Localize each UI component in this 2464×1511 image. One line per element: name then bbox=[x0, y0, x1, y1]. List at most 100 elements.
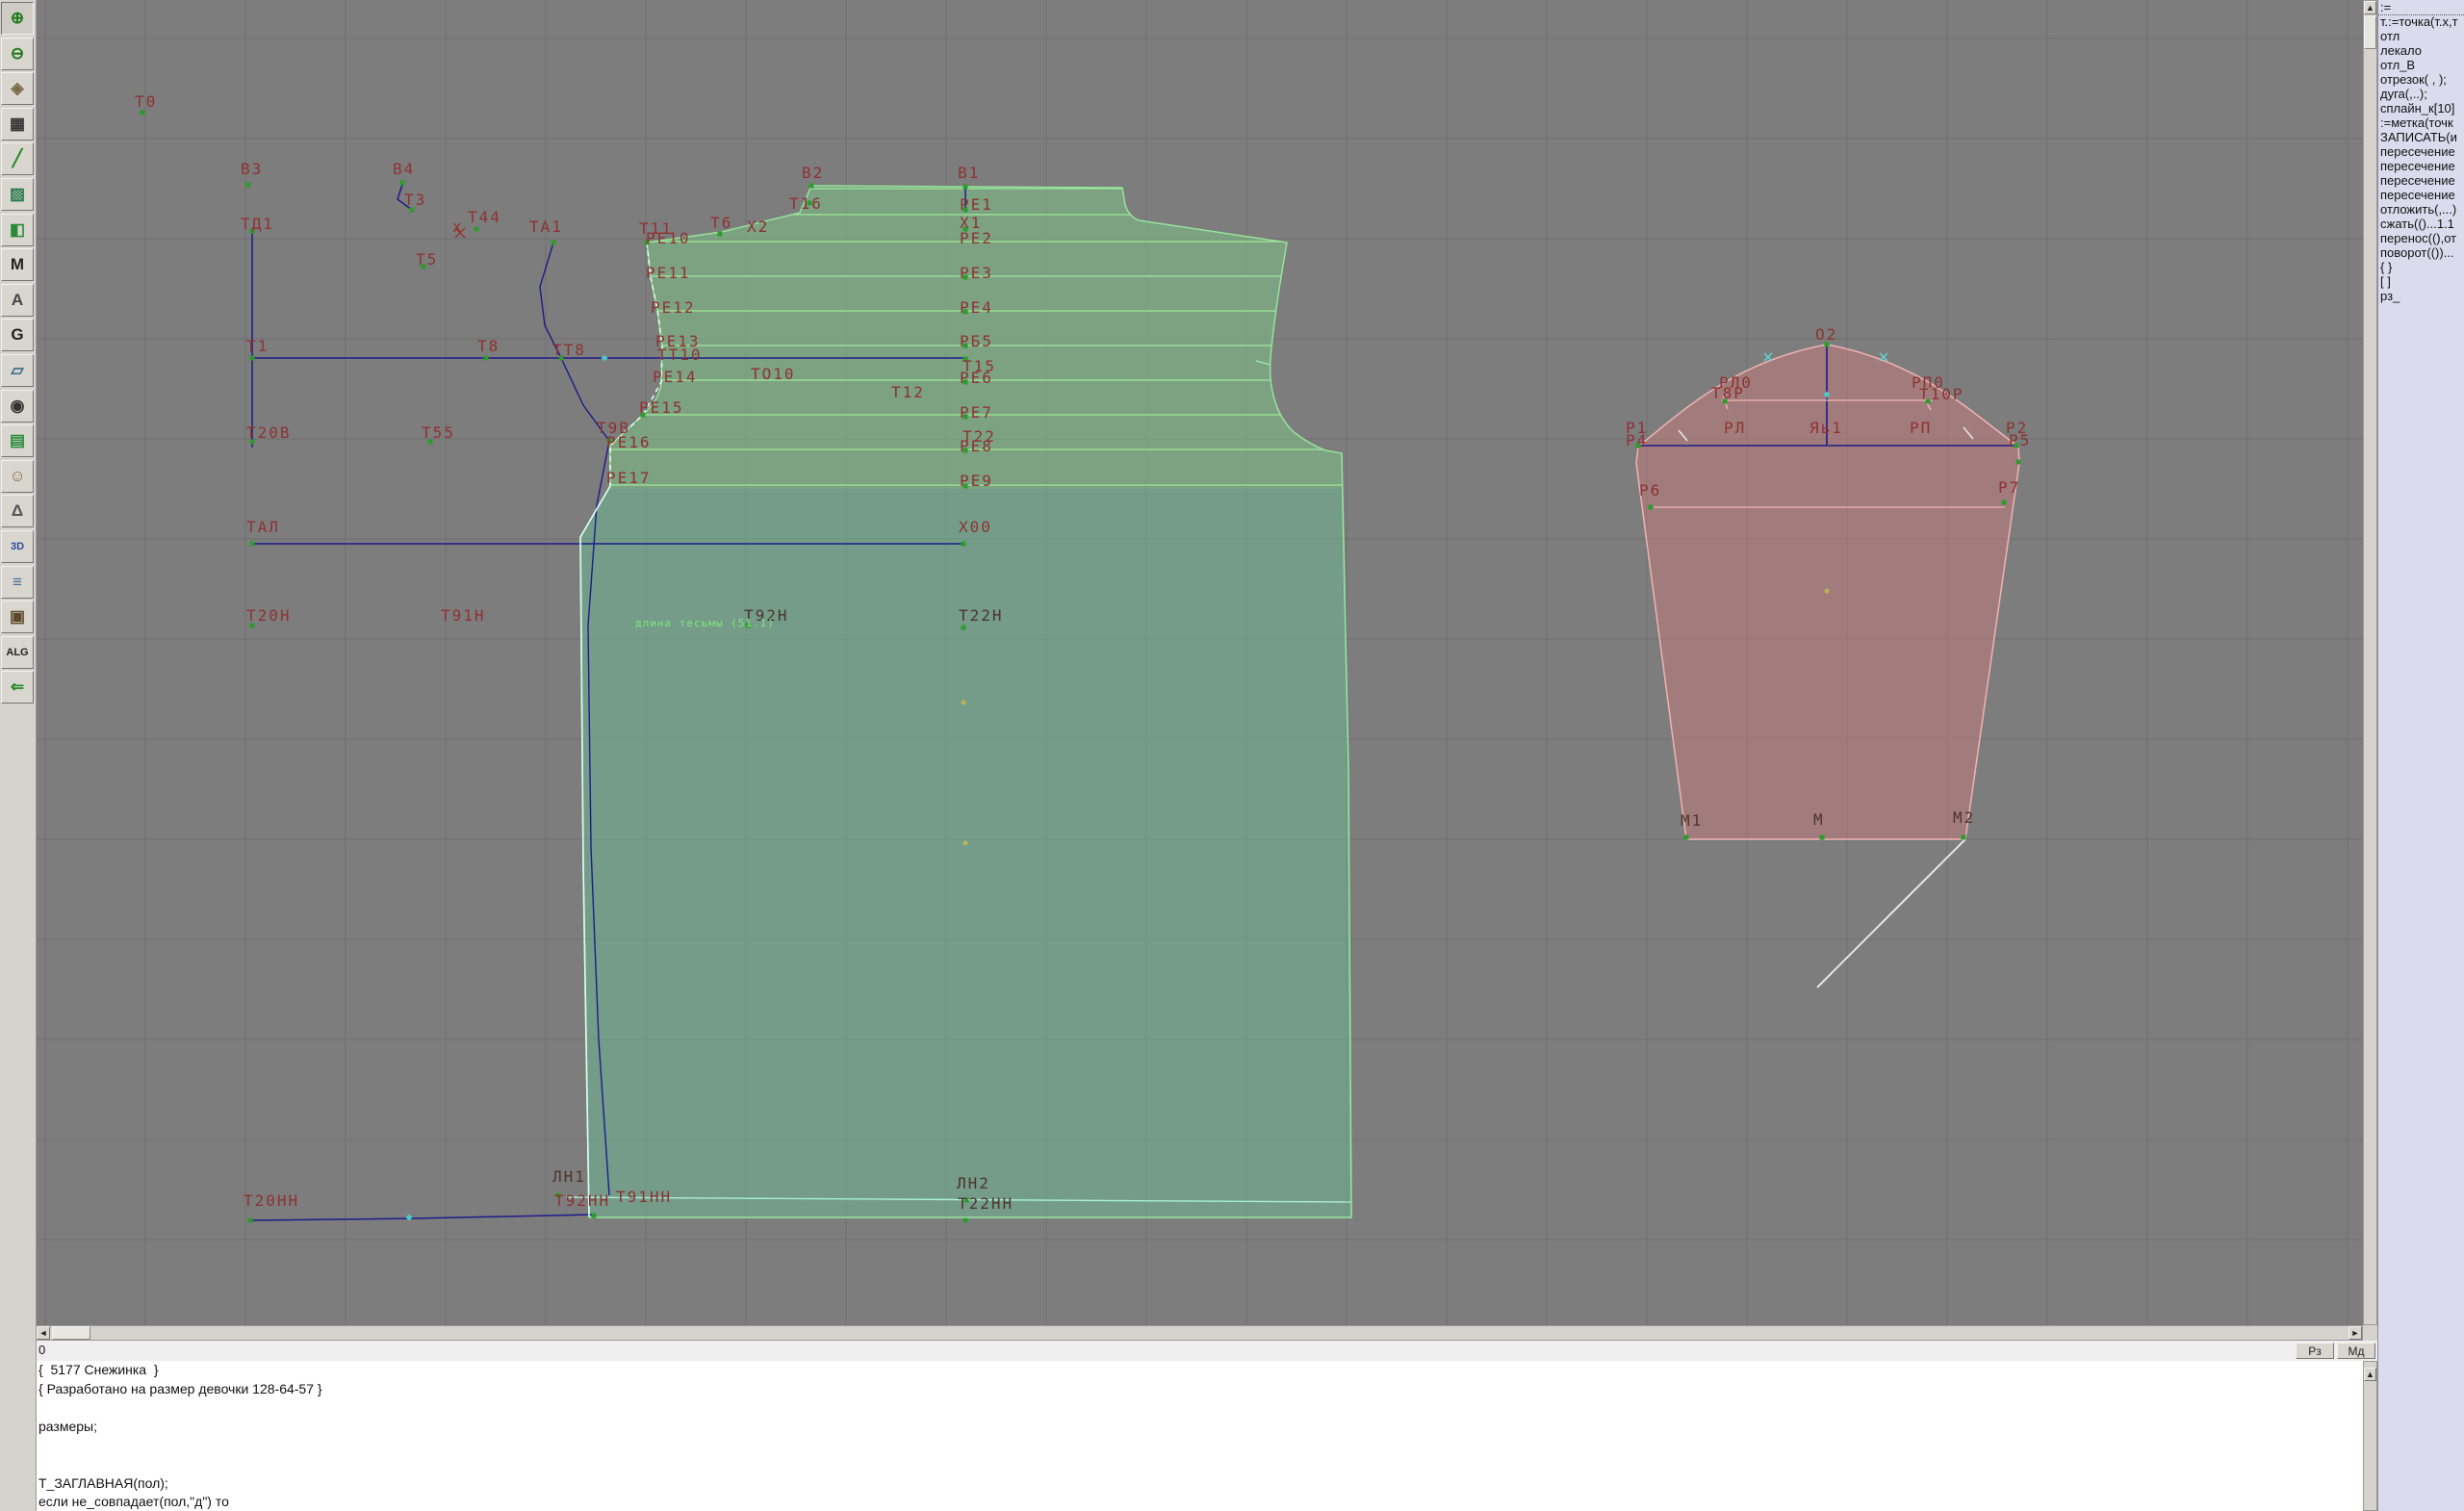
letter-m-icon: М bbox=[11, 255, 24, 274]
books-icon[interactable]: ▣ bbox=[1, 601, 34, 633]
grid-icon: ▦ bbox=[10, 115, 25, 134]
pan-pattern-icon[interactable]: ◈ bbox=[1, 72, 34, 105]
command-list-item[interactable]: т.:=точка(т.х,т bbox=[2378, 14, 2464, 29]
scroll-left-icon[interactable]: ◄ bbox=[37, 1326, 50, 1340]
point-label: Т55 bbox=[422, 425, 455, 441]
letter-g-icon[interactable]: G bbox=[1, 319, 34, 351]
threed-icon[interactable]: 3D bbox=[1, 530, 34, 563]
point-label: В2 bbox=[802, 166, 824, 181]
point-label: М2 bbox=[1953, 810, 1975, 826]
point-label: Р5 bbox=[2009, 433, 2031, 448]
point-label: РЕ8 bbox=[960, 439, 993, 454]
point-label: РЕ1 bbox=[960, 197, 993, 213]
alg-doc-icon[interactable]: ALG bbox=[1, 636, 34, 669]
algorithm-code-panel[interactable]: { 5177 Снежинка }{ Разработано на размер… bbox=[0, 1361, 2363, 1511]
point-label: Х00 bbox=[959, 520, 992, 535]
letter-g-icon: G bbox=[11, 325, 23, 345]
point-label: Т44 bbox=[468, 210, 501, 225]
command-list-item[interactable]: отрезок( , ); bbox=[2378, 72, 2464, 87]
code-scroll-up-icon[interactable]: ▲ bbox=[2364, 1368, 2376, 1381]
letter-m-icon[interactable]: М bbox=[1, 248, 34, 281]
command-list-item[interactable]: отложить(,...) bbox=[2378, 202, 2464, 217]
point-label: Т22Н bbox=[959, 608, 1004, 624]
drafting-tools-icon[interactable]: А bbox=[1, 284, 34, 317]
point-label: РЕ3 bbox=[960, 266, 993, 281]
point-label: РЕ12 bbox=[651, 300, 696, 316]
command-list-item[interactable]: лекало bbox=[2378, 43, 2464, 58]
point-label: Р4 bbox=[1626, 433, 1648, 448]
ruler-icon: ▱ bbox=[11, 361, 23, 380]
point-label: ТТ10 bbox=[657, 347, 703, 363]
portrait-icon[interactable]: ☺ bbox=[1, 460, 34, 493]
command-list-item[interactable]: :=метка(точк bbox=[2378, 115, 2464, 130]
point-label: Т0 bbox=[135, 94, 157, 110]
pattern-piece-icon[interactable]: ◧ bbox=[1, 214, 34, 246]
rz-button[interactable]: Рз bbox=[2296, 1343, 2334, 1359]
exit-icon: ⇐ bbox=[11, 678, 24, 697]
command-list-item[interactable]: пересечение bbox=[2378, 188, 2464, 202]
command-list-item[interactable]: дуга(,..); bbox=[2378, 87, 2464, 101]
status-strip: 0 Рз Мд bbox=[0, 1341, 2377, 1361]
image-icon: ▨ bbox=[10, 185, 25, 204]
spec-table-icon[interactable]: ▤ bbox=[1, 424, 34, 457]
zoom-in-icon[interactable]: ⊕ bbox=[1, 2, 34, 35]
command-list-item[interactable]: рз_ bbox=[2378, 289, 2464, 303]
command-list-item[interactable]: сжать(()...1.1 bbox=[2378, 217, 2464, 231]
canvas-hscrollbar[interactable]: ◄ ► bbox=[36, 1325, 2363, 1341]
code-line: { Разработано на размер девочки 128-64-5… bbox=[38, 1380, 2363, 1399]
code-vscrollbar[interactable]: ▲ bbox=[2363, 1361, 2377, 1511]
command-list-item[interactable]: поворот(())... bbox=[2378, 245, 2464, 260]
hscroll-thumb[interactable] bbox=[52, 1326, 90, 1340]
threed-icon: 3D bbox=[11, 541, 24, 552]
command-list-item[interactable]: пересечение bbox=[2378, 173, 2464, 188]
point-label: РЕ14 bbox=[653, 370, 698, 385]
ruler-icon[interactable]: ▱ bbox=[1, 354, 34, 387]
point-label: Т6 bbox=[710, 216, 732, 231]
drafting-tools-icon: А bbox=[12, 291, 23, 310]
point-label: Т22НН bbox=[958, 1196, 1014, 1212]
vscroll-thumb[interactable] bbox=[2364, 16, 2376, 49]
command-list-item[interactable]: := bbox=[2378, 0, 2464, 14]
point-label: Р7 bbox=[1998, 480, 2020, 496]
exit-icon[interactable]: ⇐ bbox=[1, 671, 34, 704]
point-label: ТАЛ bbox=[246, 520, 280, 535]
scroll-right-icon[interactable]: ► bbox=[2348, 1326, 2362, 1340]
zoom-out-icon[interactable]: ⊖ bbox=[1, 38, 34, 70]
point-label: Т8 bbox=[477, 339, 500, 354]
text-doc-icon[interactable]: ≡ bbox=[1, 566, 34, 599]
command-list-item[interactable]: сплайн_к[10] bbox=[2378, 101, 2464, 115]
pattern-drawing bbox=[36, 0, 2363, 1325]
garment-icon[interactable]: Δ bbox=[1, 495, 34, 527]
command-list-item[interactable]: [ ] bbox=[2378, 274, 2464, 289]
point-label: М1 bbox=[1681, 813, 1703, 829]
garment-icon: Δ bbox=[12, 501, 23, 521]
command-list-item[interactable]: ЗАПИСАТЬ(и bbox=[2378, 130, 2464, 144]
point-label: Т12 bbox=[891, 385, 925, 400]
portrait-icon: ☺ bbox=[9, 467, 25, 486]
scroll-up-icon[interactable]: ▲ bbox=[2364, 1, 2376, 14]
command-list-item[interactable]: пересечение bbox=[2378, 144, 2464, 159]
drawing-canvas[interactable]: Т0В3В4Т3хТ44ТА1ТД1Т5Т6Х2Т16В2В1РЕ1Х1РЕ2Р… bbox=[36, 0, 2363, 1325]
code-line: размеры; bbox=[38, 1418, 2363, 1437]
point-label: В1 bbox=[958, 166, 980, 181]
grid-icon[interactable]: ▦ bbox=[1, 108, 34, 141]
point-label: Т20НН bbox=[244, 1193, 299, 1209]
point-label: РП bbox=[1910, 421, 1932, 436]
command-list-item[interactable]: отл_В bbox=[2378, 58, 2464, 72]
command-list-item[interactable]: перенос((),от bbox=[2378, 231, 2464, 245]
code-line bbox=[38, 1398, 2363, 1418]
command-list-item[interactable]: { } bbox=[2378, 260, 2464, 274]
command-list-item[interactable]: отл bbox=[2378, 29, 2464, 43]
point-label: Т91НН bbox=[616, 1190, 672, 1205]
canvas-vscrollbar[interactable]: ▲ bbox=[2363, 0, 2377, 1325]
point-label: В3 bbox=[241, 162, 263, 177]
spec-table-icon: ▤ bbox=[10, 431, 25, 450]
command-list-item[interactable]: пересечение bbox=[2378, 159, 2464, 173]
point-label: ЛН2 bbox=[957, 1176, 990, 1191]
image-icon[interactable]: ▨ bbox=[1, 178, 34, 211]
point-label: РЕ7 bbox=[960, 405, 993, 421]
point-label: ТД1 bbox=[241, 217, 274, 232]
camera-icon[interactable]: ◉ bbox=[1, 390, 34, 423]
measure-line-icon[interactable]: ╱ bbox=[1, 142, 34, 175]
md-button[interactable]: Мд bbox=[2337, 1343, 2375, 1359]
